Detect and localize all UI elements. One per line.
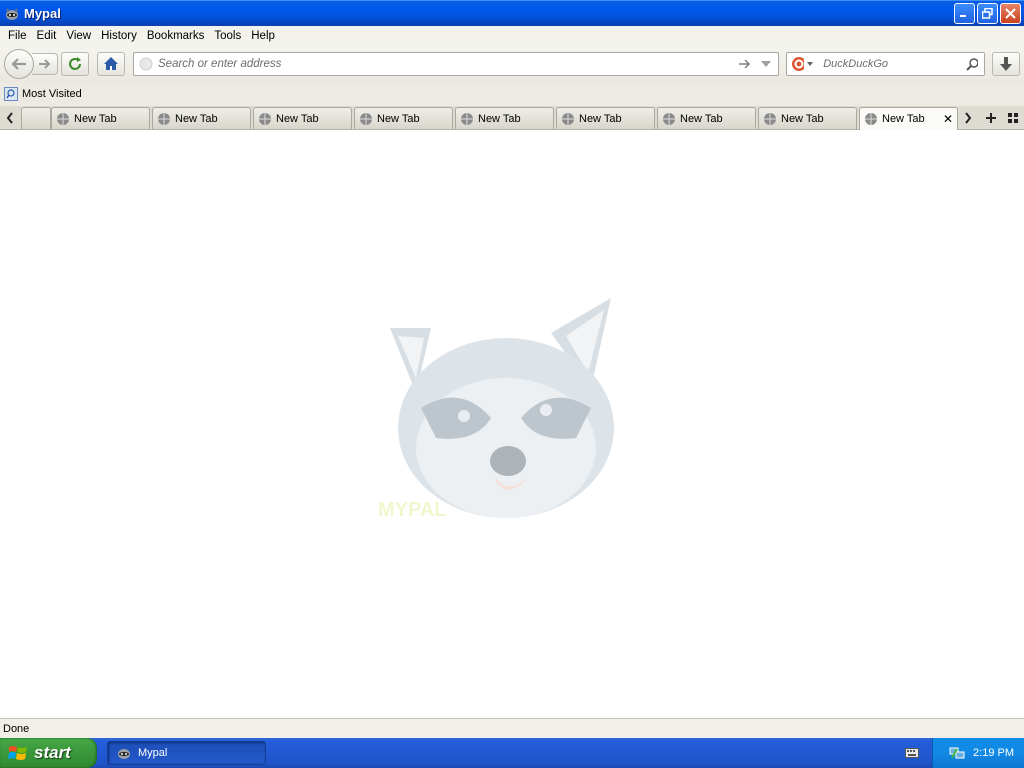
close-button[interactable] [1000, 3, 1021, 24]
start-button[interactable]: start [0, 738, 97, 768]
menu-edit[interactable]: Edit [32, 30, 62, 42]
menu-file[interactable]: File [3, 30, 32, 42]
duckduckgo-icon[interactable] [791, 56, 805, 72]
tab-strip: New Tab New Tab New Tab New Tab New Tab … [0, 106, 1024, 130]
globe-icon [865, 113, 877, 125]
arrow-left-icon [11, 58, 26, 70]
home-button[interactable] [97, 52, 125, 76]
tab[interactable]: New Tab [758, 107, 857, 129]
grid-icon [1008, 113, 1018, 123]
globe-icon [360, 112, 372, 125]
globe-icon [764, 112, 776, 125]
tab-label: New Tab [882, 113, 925, 125]
page-content: MYPAL [0, 130, 1024, 718]
menu-help[interactable]: Help [246, 30, 280, 42]
tab[interactable]: New Tab [253, 107, 352, 129]
menu-tools[interactable]: Tools [209, 30, 246, 42]
clock[interactable]: 2:19 PM [973, 747, 1014, 759]
globe-icon [158, 112, 170, 125]
globe-icon [57, 112, 69, 125]
navigation-toolbar [0, 46, 1024, 82]
search-icon[interactable] [966, 57, 978, 71]
tab-label: New Tab [680, 112, 723, 125]
raccoon-app-icon [4, 6, 20, 22]
globe-icon [663, 112, 675, 125]
search-input[interactable] [819, 54, 967, 74]
raccoon-logo: MYPAL [378, 298, 614, 521]
tab-blank[interactable] [21, 107, 51, 129]
menu-history[interactable]: History [96, 30, 142, 42]
dropdown-arrow-icon[interactable] [760, 59, 772, 69]
list-all-tabs-button[interactable] [1004, 108, 1022, 128]
tab-label: New Tab [781, 112, 824, 125]
reload-button[interactable] [61, 52, 89, 76]
menu-bookmarks[interactable]: Bookmarks [142, 30, 210, 42]
restore-button[interactable] [977, 3, 998, 24]
address-bar[interactable] [133, 52, 779, 76]
bookmark-label: Most Visited [22, 88, 82, 100]
minimize-button[interactable] [954, 3, 975, 24]
menu-bar: File Edit View History Bookmarks Tools H… [0, 26, 1024, 46]
system-tray: 2:19 PM [932, 738, 1024, 768]
windows-logo-icon [8, 746, 27, 760]
tab[interactable]: New Tab [455, 107, 554, 129]
network-icon[interactable] [949, 745, 965, 761]
raccoon-app-icon [118, 749, 130, 759]
folder-search-icon [4, 87, 18, 101]
scroll-tabs-left-button[interactable] [1, 108, 19, 128]
bookmarks-toolbar: Most Visited [0, 82, 1024, 106]
search-bar[interactable] [786, 52, 985, 76]
close-icon [1005, 8, 1016, 19]
taskbar-mypal-button[interactable]: Mypal [107, 741, 266, 765]
tab-label: New Tab [579, 112, 622, 125]
keyboard-icon[interactable] [905, 747, 919, 759]
downloads-button[interactable] [992, 52, 1020, 76]
menu-view[interactable]: View [61, 30, 96, 42]
tab[interactable]: New Tab [556, 107, 655, 129]
new-tab-button[interactable] [982, 108, 1000, 128]
tab[interactable]: New Tab [152, 107, 251, 129]
tab[interactable]: New Tab [657, 107, 756, 129]
start-label: start [34, 743, 71, 762]
download-arrow-icon [1000, 57, 1012, 71]
logo-text: MYPAL [378, 499, 447, 521]
minimize-icon [960, 15, 966, 17]
tab-label: New Tab [377, 112, 420, 125]
plus-icon [986, 113, 996, 123]
tab[interactable]: New Tab [51, 107, 150, 129]
engine-dropdown-icon[interactable] [806, 60, 814, 68]
back-button[interactable] [4, 49, 34, 79]
go-arrow-icon[interactable] [738, 58, 752, 70]
tab[interactable]: New Tab [354, 107, 453, 129]
scroll-tabs-right-button[interactable] [959, 108, 977, 128]
tab-label: New Tab [478, 112, 521, 125]
tab-label: New Tab [74, 112, 117, 125]
site-identity-icon [139, 57, 153, 71]
taskbar: start Mypal 2:19 PM [0, 738, 1024, 768]
task-label: Mypal [138, 747, 168, 759]
tab-close-icon[interactable]: ✕ [943, 112, 953, 126]
chevron-left-icon [6, 112, 13, 124]
restore-icon [982, 8, 993, 19]
status-bar: Done [0, 718, 1024, 738]
bookmark-most-visited[interactable]: Most Visited [4, 87, 82, 101]
tab-label: New Tab [175, 112, 218, 125]
chevron-right-icon [965, 112, 972, 124]
arrow-right-icon [38, 59, 50, 69]
status-text: Done [3, 722, 30, 735]
forward-button[interactable] [32, 53, 58, 75]
home-icon [104, 57, 118, 70]
tab-selected[interactable]: New Tab ✕ [859, 107, 958, 130]
tab-label: New Tab [276, 112, 319, 125]
globe-icon [562, 112, 574, 125]
window-titlebar[interactable]: Mypal [0, 0, 1024, 26]
window-title: Mypal [24, 6, 61, 21]
reload-icon [69, 57, 81, 70]
globe-icon [461, 112, 473, 125]
url-input[interactable] [154, 54, 738, 74]
globe-icon [259, 112, 271, 125]
